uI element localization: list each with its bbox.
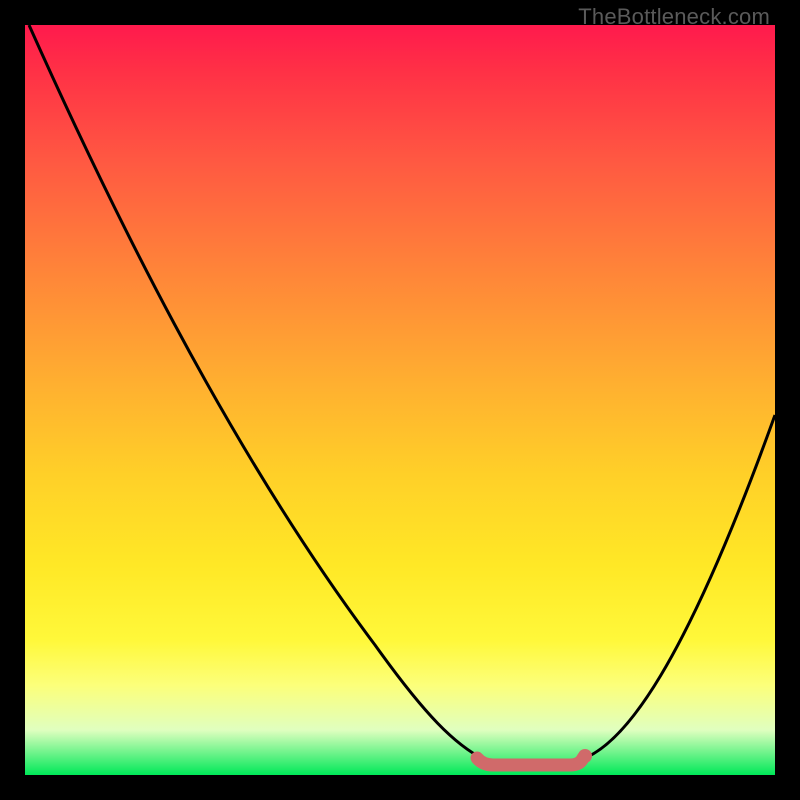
bottleneck-curve (29, 25, 775, 760)
marker-dot (578, 749, 592, 763)
flat-zone-marker (477, 758, 583, 765)
plot-area (25, 25, 775, 775)
attribution-text: TheBottleneck.com (578, 4, 770, 30)
bottleneck-curve-svg (25, 25, 775, 775)
